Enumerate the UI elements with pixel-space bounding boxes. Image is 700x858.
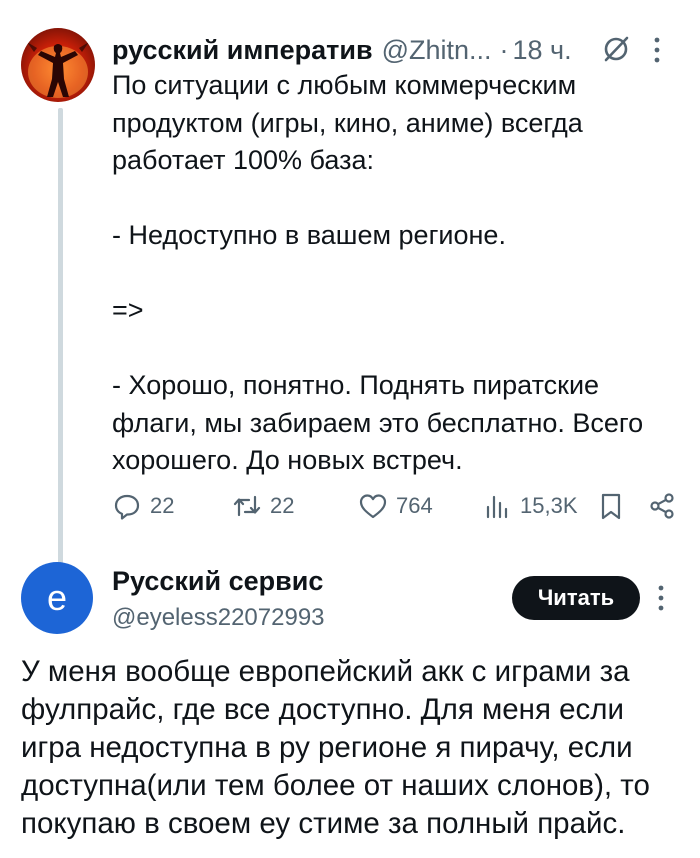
avatar-image [27, 42, 89, 98]
reply-count: 22 [150, 493, 175, 518]
views-count: 15,3K [520, 493, 578, 518]
thread-line [58, 108, 63, 568]
tweet-text: У меня вообще европейский акк с играми з… [21, 653, 691, 843]
reply-button[interactable]: 22 [112, 486, 174, 526]
retweet-count: 22 [270, 493, 295, 518]
more-icon[interactable] [656, 584, 666, 612]
like-button[interactable]: 764 [358, 486, 433, 526]
timestamp[interactable]: 18 ч. [513, 35, 572, 66]
author-handle[interactable]: @Zhitn... [382, 35, 492, 66]
tweet-text-content: По ситуации с любым коммерческим продукт… [112, 70, 644, 475]
reply-icon [114, 494, 140, 520]
grok-icon[interactable] [600, 33, 632, 65]
tweet-header: русский императив @Zhitn... · 18 ч. [112, 30, 682, 70]
tweet-text: По ситуации с любым коммерческим продукт… [112, 67, 672, 480]
share-button[interactable] [647, 486, 685, 526]
views-icon [486, 495, 508, 519]
avatar[interactable] [21, 28, 95, 102]
retweet-button[interactable]: 22 [232, 486, 294, 526]
avatar-letter: e [46, 577, 68, 618]
share-icon [650, 493, 674, 519]
author-name[interactable]: Русский сервис [112, 566, 323, 597]
tweet-text-content: У меня вообще европейский акк с играми з… [21, 655, 650, 840]
avatar[interactable]: e [21, 562, 93, 634]
views-button[interactable]: 15,3K [482, 486, 578, 526]
bookmark-icon [601, 493, 621, 520]
author-name[interactable]: русский императив [112, 35, 373, 66]
more-icon[interactable] [652, 36, 662, 64]
retweet-icon [233, 495, 261, 517]
author-handle[interactable]: @eyeless22072993 [112, 604, 325, 632]
like-icon [359, 494, 387, 519]
separator-dot: · [499, 34, 509, 65]
bookmark-button[interactable] [596, 486, 634, 526]
tweet-actions: 22 22 764 15,3K [112, 486, 692, 526]
follow-button[interactable]: Читать [512, 576, 640, 620]
like-count: 764 [396, 493, 433, 518]
